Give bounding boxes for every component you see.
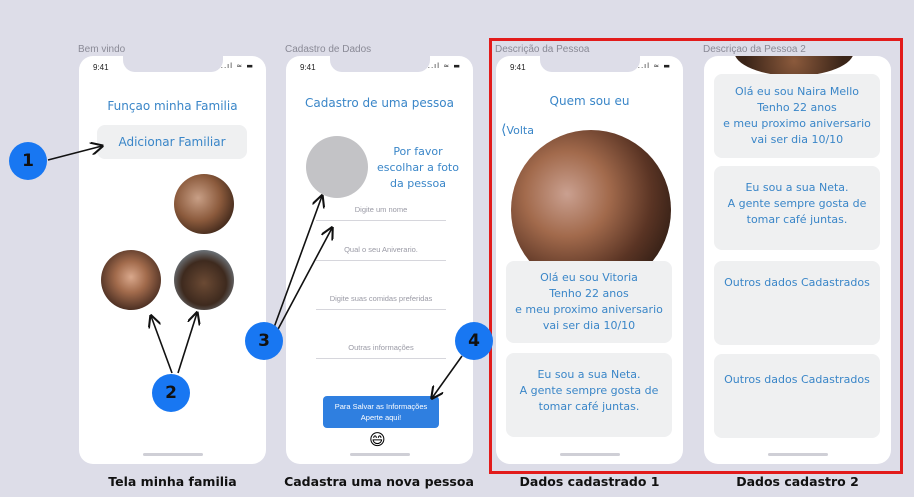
info-line: A gente sempre gosta de <box>727 197 867 210</box>
info-card-3: Outros dados Cadastrados <box>714 261 880 345</box>
info-line: Tenho 22 anos <box>549 287 629 300</box>
phone-screen-descricao: 9:41 ..ıl ≈ ▬ Quem sou eu ⟨Volta Olá eu … <box>496 56 683 464</box>
status-icons: ..ıl ≈ ▬ <box>637 62 671 70</box>
home-indicator <box>559 453 620 456</box>
status-time: 9:41 <box>510 63 526 72</box>
frame-label-cadastro: Cadastro de Dados <box>285 44 372 55</box>
back-label: Volta <box>506 124 534 137</box>
info-line: Eu sou a sua Neta. <box>537 368 641 381</box>
info-card-2: Eu sou a sua Neta. A gente sempre gosta … <box>714 166 880 250</box>
family-photo-girl-1[interactable] <box>101 250 161 310</box>
step-badge-3: 3 <box>245 322 283 360</box>
caption-cadastra: Cadastra uma nova pessoa <box>284 474 474 489</box>
photo-prompt-line: Por favor <box>393 145 443 158</box>
photo-prompt-line: da pessoa <box>390 177 446 190</box>
info-line: vai ser dia 10/10 <box>542 319 636 332</box>
info-card-1: Olá eu sou Naira Mello Tenho 22 anos e m… <box>714 74 880 158</box>
step-badge-4: 4 <box>455 322 493 360</box>
phone-notch <box>122 56 223 72</box>
add-family-button[interactable]: Adicionar Familiar <box>97 125 247 159</box>
info-line: e meu proximo aniversario <box>723 117 871 130</box>
frame-label-bem-vindo: Bem vindo <box>78 44 126 55</box>
status-icons: ..ıl ≈ ▬ <box>427 62 461 70</box>
favorite-foods-field[interactable]: Digite suas comidas preferidas <box>316 294 446 310</box>
birthday-field[interactable]: Qual o seu Aniverario. <box>316 245 446 261</box>
info-line: Olá eu sou Vitoria <box>540 271 638 284</box>
photo-placeholder[interactable] <box>306 136 368 198</box>
info-card-2: Eu sou a sua Neta. A gente sempre gosta … <box>506 353 672 437</box>
status-icons: ..ıl ≈ ▬ <box>220 62 254 70</box>
phone-screen-descricao-2: Olá eu sou Naira Mello Tenho 22 anos e m… <box>704 56 891 464</box>
screen-title: Cadastro de uma pessoa <box>305 96 454 110</box>
info-line: Olá eu sou Naira Mello <box>734 85 859 98</box>
info-line: A gente sempre gosta de <box>519 384 659 397</box>
other-info-field[interactable]: Outras informações <box>316 343 446 359</box>
info-card-4: Outros dados Cadastrados <box>714 354 880 438</box>
photo-prompt-line: escolhar a foto <box>377 161 459 174</box>
phone-notch <box>539 56 640 72</box>
photo-prompt: Por favor escolhar a foto da pessoa <box>372 144 464 192</box>
info-line: Eu sou a sua Neta. <box>745 181 849 194</box>
info-line: tomar café juntas. <box>538 400 640 413</box>
name-field[interactable]: Digite um nome <box>316 205 446 221</box>
smile-emoji-icon: 😄 <box>369 430 386 449</box>
screen-title: Funçao minha Familia <box>107 99 238 113</box>
back-link[interactable]: ⟨Volta <box>501 122 534 138</box>
home-indicator <box>142 453 203 456</box>
info-line: vai ser dia 10/10 <box>750 133 844 146</box>
info-line: Tenho 22 anos <box>757 101 837 114</box>
info-line: tomar café juntas. <box>746 213 848 226</box>
family-photo-woman[interactable] <box>174 174 234 234</box>
caption-dados-1: Dados cadastrado 1 <box>519 474 660 489</box>
status-time: 9:41 <box>300 63 316 72</box>
family-photo-girl-2[interactable] <box>174 250 234 310</box>
save-button-line: Para Salvar as Informações <box>334 402 428 411</box>
info-line: e meu proximo aniversario <box>515 303 663 316</box>
save-button-line: Aperte aqui! <box>360 413 402 422</box>
status-time: 9:41 <box>93 63 109 72</box>
phone-screen-cadastro: 9:41 ..ıl ≈ ▬ Cadastro de uma pessoa Por… <box>286 56 473 464</box>
caption-dados-2: Dados cadastro 2 <box>736 474 859 489</box>
step-badge-1: 1 <box>9 142 47 180</box>
screen-title: Quem sou eu <box>549 94 630 108</box>
home-indicator <box>349 453 410 456</box>
save-button[interactable]: Para Salvar as Informações Aperte aqui! <box>323 396 439 428</box>
step-badge-2: 2 <box>152 374 190 412</box>
profile-photo-partial <box>734 56 854 76</box>
phone-notch <box>329 56 430 72</box>
info-card-1: Olá eu sou Vitoria Tenho 22 anos e meu p… <box>506 261 672 343</box>
caption-tela-familia: Tela minha familia <box>108 474 237 489</box>
home-indicator <box>767 453 828 456</box>
